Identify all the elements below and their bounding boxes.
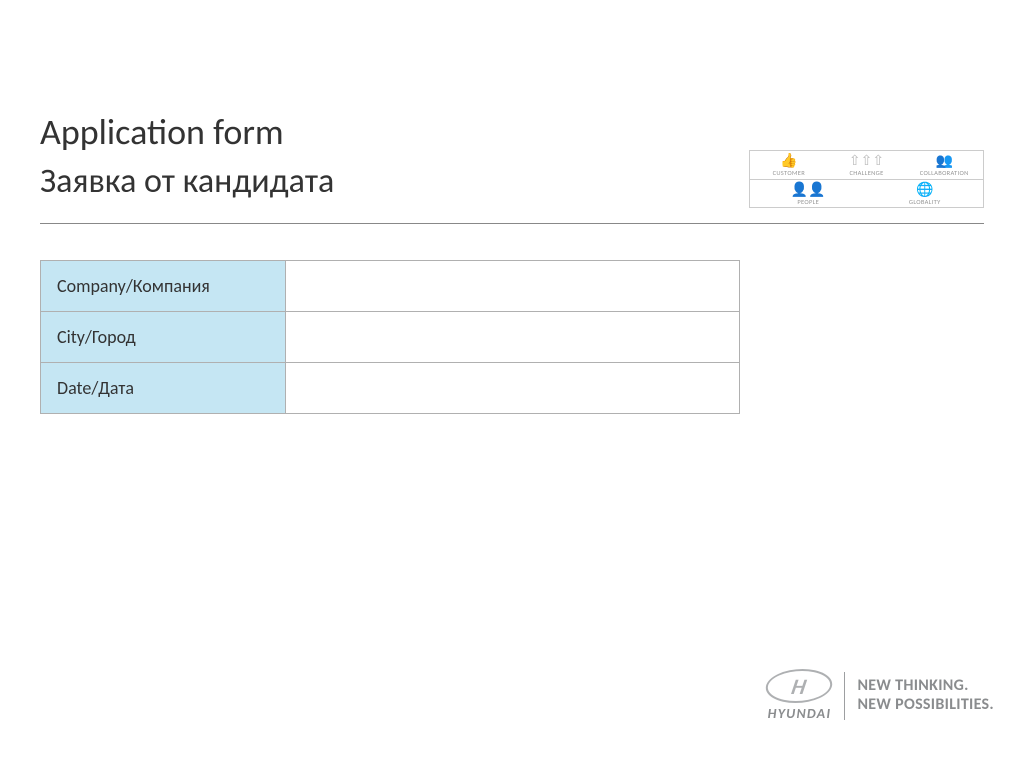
field-label-city: City/Город [41, 311, 286, 362]
title-english: Application form [40, 110, 984, 155]
hyundai-logo-icon: H [763, 669, 836, 703]
core-values-graphic: 👍 CUSTOMER ⇧⇧⇧ CHALLENGE 👥 COLLABORATION… [749, 150, 984, 240]
globe-icon: 🌐 [916, 182, 933, 198]
field-value-company[interactable] [286, 260, 740, 311]
application-form-table: Company/Компания City/Город Date/Дата [40, 260, 740, 414]
people-icon: 👥 [935, 153, 952, 169]
field-label-company: Company/Компания [41, 260, 286, 311]
field-value-date[interactable] [286, 362, 740, 413]
tagline-line-2: NEW POSSIBILITIES. [857, 696, 994, 714]
persons-icon: 👤👤 [791, 182, 826, 198]
value-customer: 👍 CUSTOMER [750, 153, 828, 177]
thumbs-up-icon: 👍 [780, 153, 797, 169]
hyundai-logo: H HYUNDAI [766, 669, 832, 722]
value-people: 👤👤 PEOPLE [750, 182, 867, 206]
footer: H HYUNDAI NEW THINKING. NEW POSSIBILITIE… [766, 669, 994, 722]
tagline: NEW THINKING. NEW POSSIBILITIES. [857, 677, 994, 714]
tagline-line-1: NEW THINKING. [857, 677, 994, 695]
table-row: City/Город [41, 311, 740, 362]
value-label: CHALLENGE [849, 170, 883, 177]
value-label: GLOBALITY [909, 199, 941, 206]
hyundai-wordmark: HYUNDAI [768, 705, 832, 722]
value-collaboration: 👥 COLLABORATION [905, 153, 983, 177]
field-label-date: Date/Дата [41, 362, 286, 413]
value-label: PEOPLE [797, 199, 819, 206]
value-globality: 🌐 GLOBALITY [867, 182, 984, 206]
arrows-up-icon: ⇧⇧⇧ [849, 153, 884, 169]
field-value-city[interactable] [286, 311, 740, 362]
value-label: CUSTOMER [773, 170, 806, 177]
table-row: Company/Компания [41, 260, 740, 311]
table-row: Date/Дата [41, 362, 740, 413]
value-label: COLLABORATION [920, 170, 969, 177]
footer-divider [844, 672, 845, 720]
value-challenge: ⇧⇧⇧ CHALLENGE [828, 153, 906, 177]
